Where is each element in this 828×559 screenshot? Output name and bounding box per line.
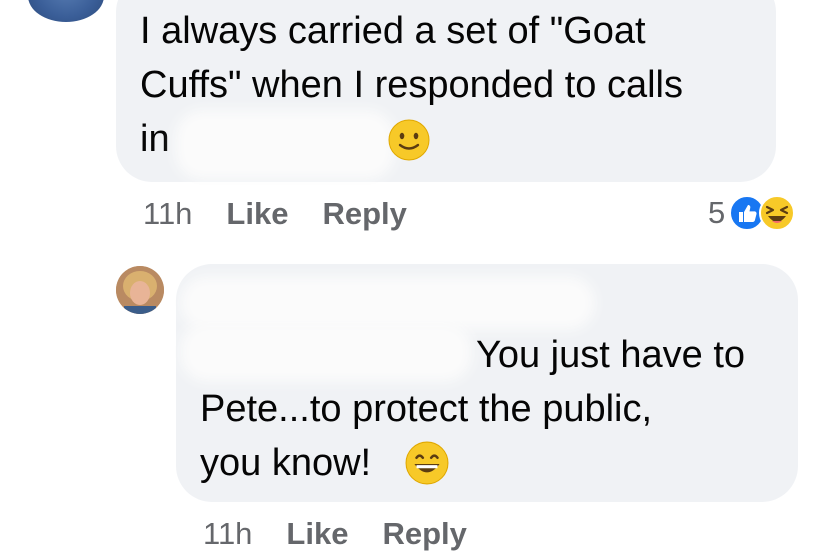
commenter-avatar[interactable]: [28, 0, 104, 22]
comment-text-line: I always carried a set of "Goat: [140, 10, 646, 52]
comment-timestamp[interactable]: 11h: [143, 196, 192, 232]
commenter-avatar[interactable]: [116, 266, 164, 314]
comment-text-line: you know!: [200, 442, 372, 484]
redacted-area: [185, 120, 385, 170]
like-button[interactable]: Like: [226, 196, 288, 232]
comment-text: You just have to Pete...to protect the p…: [200, 328, 790, 490]
comment-text-line: Pete...to protect the public,: [200, 388, 653, 430]
reply-button[interactable]: Reply: [382, 516, 466, 552]
like-button[interactable]: Like: [286, 516, 348, 552]
comment-actions: 11h Like Reply: [143, 196, 407, 232]
redacted-area: [190, 286, 585, 320]
comment-text-line: You just have to: [476, 334, 746, 376]
reply-button[interactable]: Reply: [322, 196, 406, 232]
comment-actions: 11h Like Reply: [203, 516, 467, 552]
comment-timestamp[interactable]: 11h: [203, 516, 252, 552]
reaction-count: 5: [708, 195, 726, 230]
haha-reaction-icon: [759, 195, 796, 231]
grinning-face-icon: [405, 441, 449, 485]
slightly-smiling-face-icon: [388, 119, 430, 161]
reaction-summary[interactable]: 5: [708, 195, 796, 231]
comment-text-line: Cuffs" when I responded to calls: [140, 64, 683, 106]
